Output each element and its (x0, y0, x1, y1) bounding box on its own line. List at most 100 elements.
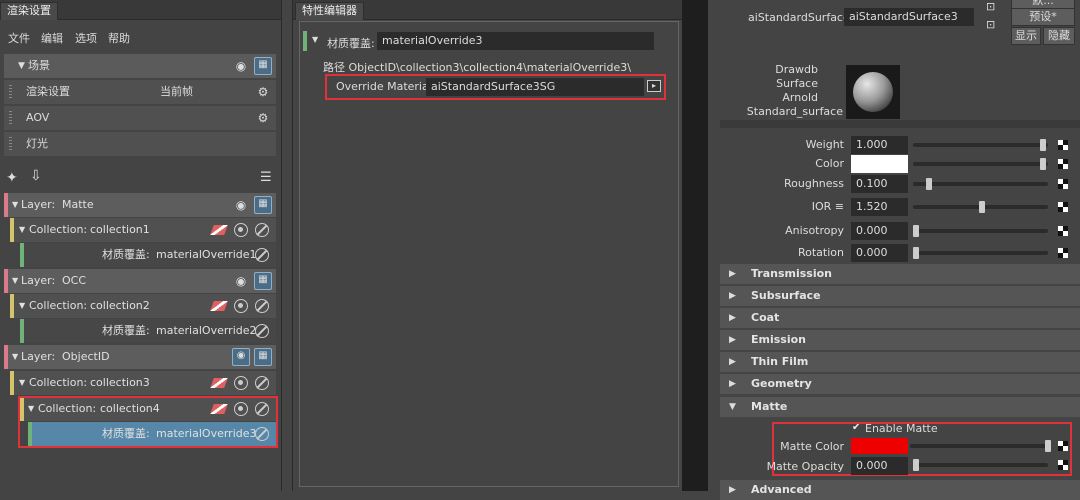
param-slider[interactable] (913, 162, 1048, 166)
map-button-icon[interactable] (1058, 140, 1068, 150)
gear-icon[interactable]: ⚙ (254, 83, 272, 101)
override-row-1[interactable]: 材质覆盖: materialOverride1 (20, 243, 276, 267)
connect-icon[interactable]: ▸ (647, 80, 661, 92)
section-emission[interactable]: ▶ Emission (720, 330, 1080, 350)
isolate-icon[interactable] (234, 376, 248, 390)
param-value-field[interactable]: 1.520 (851, 198, 908, 216)
param-value-field[interactable]: 0.000 (851, 222, 908, 240)
isolate-icon[interactable] (234, 299, 248, 313)
drag-handle-icon[interactable] (9, 111, 12, 125)
param-slider-handle[interactable] (979, 201, 985, 213)
eye-icon[interactable]: ◉ (232, 57, 250, 75)
param-slider[interactable] (913, 182, 1048, 186)
edit-list-icon[interactable]: ☰ (260, 170, 272, 185)
tab-attribute-editor[interactable]: 特性编辑器 (295, 2, 364, 20)
layer-row-matte[interactable]: ▼ Layer: Matte ◉ ▦ (4, 193, 276, 217)
matte-color-slider-handle[interactable] (1045, 440, 1051, 452)
param-slider[interactable] (913, 251, 1048, 255)
chevron-down-icon[interactable]: ▼ (19, 294, 25, 318)
matte-color-swatch[interactable] (851, 438, 908, 454)
hide-button[interactable]: 隐藏 (1043, 27, 1075, 45)
isolate-icon[interactable] (234, 223, 248, 237)
collection-row-collection2[interactable]: ▼ Collection: collection2 (10, 294, 276, 318)
drag-handle-icon[interactable] (9, 85, 12, 99)
chevron-right-icon[interactable]: ▶ (729, 286, 736, 306)
param-slider-handle[interactable] (926, 178, 933, 190)
disable-icon[interactable] (255, 299, 269, 313)
collection-row-collection3[interactable]: ▼ Collection: collection3 (10, 371, 276, 395)
param-color-swatch[interactable] (851, 155, 908, 173)
menu-file[interactable]: 文件 (8, 30, 30, 46)
disable-icon[interactable] (255, 223, 269, 237)
override-material-field[interactable]: aiStandardSurface3SG (426, 78, 644, 96)
layer-row-occ[interactable]: ▼ Layer: OCC ◉ ▦ (4, 269, 276, 293)
chevron-down-icon[interactable]: ▼ (12, 193, 18, 217)
menu-help[interactable]: 帮助 (108, 30, 130, 46)
section-advanced[interactable]: ▶ Advanced (720, 480, 1080, 500)
node-name-field[interactable]: aiStandardSurface3 (844, 8, 974, 26)
matte-opacity-slider-handle[interactable] (913, 459, 919, 471)
param-slider-handle[interactable] (1039, 158, 1046, 170)
create-layer-icon[interactable]: ✦ (6, 170, 18, 186)
chevron-right-icon[interactable]: ▶ (729, 330, 736, 350)
param-value-field[interactable]: 0.100 (851, 175, 908, 193)
chevron-right-icon[interactable]: ▶ (729, 264, 736, 284)
disable-icon[interactable] (255, 248, 269, 262)
section-subsurface[interactable]: ▶ Subsurface (720, 286, 1080, 306)
show-button[interactable]: 显示 (1011, 27, 1041, 45)
render-settings-row[interactable]: 渲染设置 当前帧 ⚙ (4, 80, 276, 104)
map-button-icon[interactable] (1058, 159, 1068, 169)
override-row-2[interactable]: 材质覆盖: materialOverride2 (20, 319, 276, 343)
chevron-down-icon[interactable]: ▼ (12, 269, 18, 293)
tab-render-setup[interactable]: 渲染设置 (0, 2, 58, 20)
map-button-icon[interactable] (1058, 460, 1068, 470)
chevron-down-icon[interactable]: ▼ (19, 371, 25, 395)
render-layer-icon[interactable]: ▦ (254, 348, 272, 366)
map-button-icon[interactable] (1058, 179, 1068, 189)
eye-icon[interactable]: ◉ (232, 272, 250, 290)
chevron-down-icon[interactable]: ▼ (729, 397, 736, 417)
override-name-field[interactable]: materialOverride3 (377, 32, 654, 50)
chevron-down-icon[interactable]: ▼ (312, 35, 318, 44)
menu-edit[interactable]: 编辑 (41, 30, 63, 46)
matte-color-slider[interactable] (910, 444, 1048, 448)
matte-opacity-field[interactable]: 0.000 (851, 457, 908, 475)
render-layer-icon[interactable]: ▦ (254, 196, 272, 214)
param-slider[interactable] (913, 229, 1048, 233)
chevron-down-icon[interactable]: ▼ (12, 345, 18, 369)
chevron-down-icon[interactable]: ▼ (18, 54, 25, 78)
section-geometry[interactable]: ▶ Geometry (720, 374, 1080, 394)
section-transmission[interactable]: ▶ Transmission (720, 264, 1080, 284)
collection-row-collection1[interactable]: ▼ Collection: collection1 (10, 218, 276, 242)
map-button-icon[interactable] (1058, 248, 1068, 258)
menu-options[interactable]: 选项 (75, 30, 97, 46)
section-coat[interactable]: ▶ Coat (720, 308, 1080, 328)
param-value-field[interactable]: 0.000 (851, 244, 908, 262)
chevron-right-icon[interactable]: ▶ (729, 374, 736, 394)
map-button-icon[interactable] (1058, 202, 1068, 212)
section-matte[interactable]: ▼ Matte (720, 397, 1080, 417)
scene-row[interactable]: ▼ 场景 ◉ ▦ (4, 54, 276, 78)
import-icon[interactable]: ⇩ (30, 168, 42, 184)
map-button-icon[interactable] (1058, 226, 1068, 236)
render-layer-icon[interactable]: ▦ (254, 272, 272, 290)
map-button-icon[interactable] (1058, 441, 1068, 451)
render-layer-icon[interactable]: ▦ (254, 57, 272, 75)
gear-icon[interactable]: ⚙ (254, 109, 272, 127)
aov-row[interactable]: AOV ⚙ (4, 106, 276, 130)
focus-icon[interactable]: ⊡ (986, 0, 995, 13)
drag-handle-icon[interactable] (9, 137, 12, 151)
disable-icon[interactable] (255, 324, 269, 338)
disable-icon[interactable] (255, 376, 269, 390)
param-slider-handle[interactable] (1039, 139, 1046, 151)
layer-row-objectid[interactable]: ▼ Layer: ObjectID ◉ ▦ (4, 345, 276, 369)
lights-row[interactable]: 灯光 (4, 132, 276, 156)
chevron-right-icon[interactable]: ▶ (729, 352, 736, 372)
param-slider-handle[interactable] (913, 225, 919, 237)
eye-icon[interactable]: ◉ (232, 196, 250, 214)
param-slider[interactable] (913, 143, 1048, 147)
chevron-down-icon[interactable]: ▼ (19, 218, 25, 242)
preset-button[interactable]: 预设* (1011, 8, 1075, 26)
eye-icon[interactable]: ◉ (232, 348, 250, 366)
param-slider-handle[interactable] (913, 247, 919, 259)
